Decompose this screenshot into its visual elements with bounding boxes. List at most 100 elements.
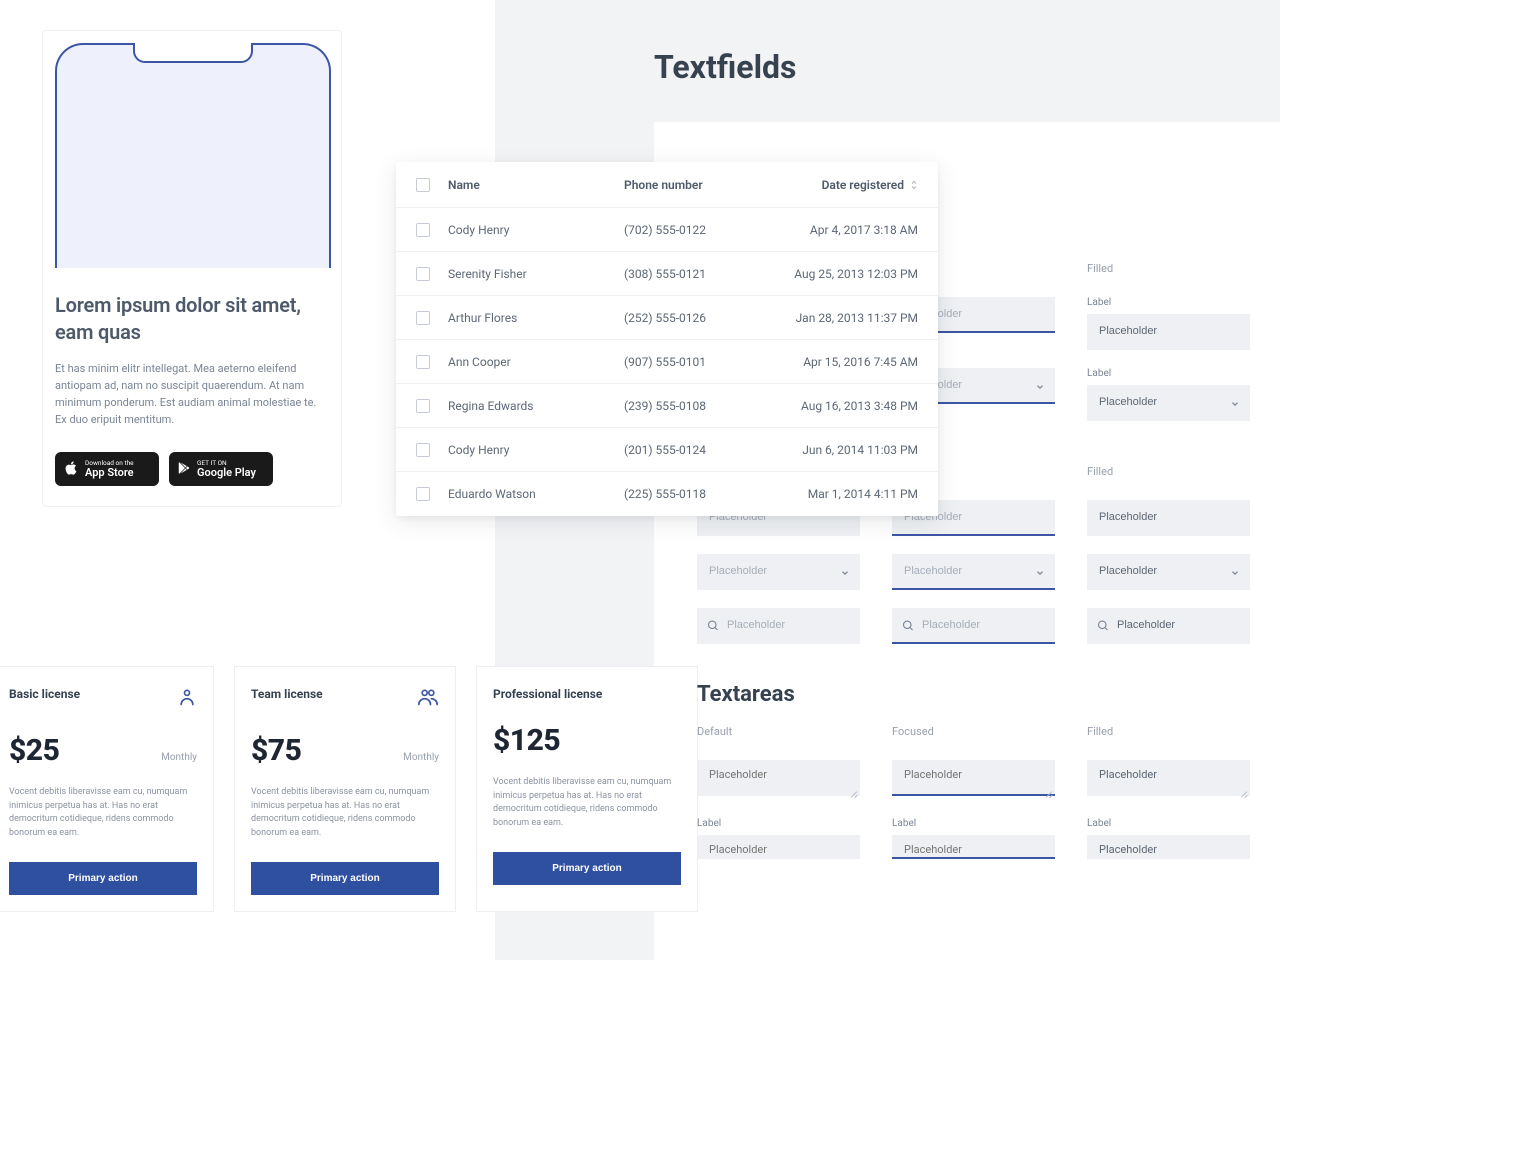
- cell-phone: (308) 555-0121: [624, 267, 784, 281]
- table-row[interactable]: Ann Cooper(907) 555-0101Apr 15, 2016 7:4…: [396, 340, 938, 384]
- table-row[interactable]: Cody Henry(201) 555-0124Jun 6, 2014 11:0…: [396, 428, 938, 472]
- cell-name: Ann Cooper: [448, 355, 624, 369]
- people-icon: [417, 687, 439, 711]
- apple-icon: [63, 460, 79, 479]
- column-header-date[interactable]: Date registered: [784, 178, 918, 192]
- store-badge-row: Download on the App Store GET IT ON Goog…: [55, 452, 329, 486]
- app-store-badge[interactable]: Download on the App Store: [55, 452, 159, 486]
- cell-phone: (225) 555-0118: [624, 487, 784, 501]
- state-label-default: Default: [697, 725, 860, 738]
- pricing-price: $25: [9, 733, 59, 768]
- cell-name: Serenity Fisher: [448, 267, 624, 281]
- person-icon: [177, 687, 197, 711]
- pricing-period: Monthly: [403, 752, 439, 763]
- cell-phone: (201) 555-0124: [624, 443, 784, 457]
- cell-name: Arthur Flores: [448, 311, 624, 325]
- cell-date: Mar 1, 2014 4:11 PM: [784, 487, 918, 501]
- text-input-filled[interactable]: [1087, 500, 1250, 536]
- textarea-focused[interactable]: [892, 760, 1055, 796]
- cell-name: Eduardo Watson: [448, 487, 624, 501]
- pricing-price: $125: [493, 723, 560, 758]
- pricing-title: Basic license: [9, 687, 80, 701]
- column-header-phone[interactable]: Phone number: [624, 178, 784, 192]
- select-input-focused[interactable]: [892, 554, 1055, 590]
- table-row[interactable]: Arthur Flores(252) 555-0126Jan 28, 2013 …: [396, 296, 938, 340]
- row-checkbox[interactable]: [416, 223, 430, 237]
- select-input-default[interactable]: [697, 554, 860, 590]
- cell-phone: (252) 555-0126: [624, 311, 784, 325]
- textarea-label: Label: [1087, 818, 1250, 829]
- row-checkbox[interactable]: [416, 267, 430, 281]
- data-table: Name Phone number Date registered Cody H…: [396, 162, 938, 516]
- search-input-default[interactable]: [697, 608, 860, 644]
- cell-phone: (702) 555-0122: [624, 223, 784, 237]
- search-input-filled[interactable]: [1087, 608, 1250, 644]
- section-title-textfields: Textfields: [654, 48, 797, 86]
- pricing-primary-action-button[interactable]: Primary action: [9, 862, 197, 895]
- cell-date: Aug 25, 2013 12:03 PM: [784, 267, 918, 281]
- pricing-card-team: Team license $75 Monthly Vocent debitis …: [234, 666, 456, 912]
- appstore-big-text: App Store: [85, 467, 134, 479]
- table-header-row: Name Phone number Date registered: [396, 162, 938, 208]
- row-checkbox[interactable]: [416, 443, 430, 457]
- pricing-desc: Vocent debitis liberavisse eam cu, numqu…: [9, 786, 197, 840]
- mobile-card-heading: Lorem ipsum dolor sit amet, eam quas: [55, 292, 329, 346]
- column-header-name[interactable]: Name: [448, 178, 624, 192]
- pricing-title: Team license: [251, 687, 323, 701]
- textarea-filled[interactable]: [1087, 760, 1250, 796]
- cell-date: Jun 6, 2014 11:03 PM: [784, 443, 918, 457]
- google-play-icon: [177, 461, 191, 478]
- select-input-filled[interactable]: [1087, 554, 1250, 590]
- cell-date: Apr 15, 2016 7:45 AM: [784, 355, 918, 369]
- state-label-focused: Focused: [892, 725, 1055, 738]
- resize-handle-icon[interactable]: [1238, 788, 1248, 798]
- row-checkbox[interactable]: [416, 355, 430, 369]
- pricing-period: Monthly: [161, 752, 197, 763]
- pricing-title: Professional license: [493, 687, 602, 701]
- cell-name: Cody Henry: [448, 443, 624, 457]
- resize-handle-icon[interactable]: [1043, 788, 1053, 798]
- google-play-badge[interactable]: GET IT ON Google Play: [169, 452, 273, 486]
- pricing-desc: Vocent debitis liberavisse eam cu, numqu…: [251, 786, 439, 840]
- state-label-filled: Filled: [1087, 262, 1250, 275]
- pricing-card-professional: Professional license $125 Vocent debitis…: [476, 666, 698, 912]
- cell-date: Jan 28, 2013 11:37 PM: [784, 311, 918, 325]
- pricing-desc: Vocent debitis liberavisse eam cu, numqu…: [493, 776, 681, 830]
- textarea-label: Label: [697, 818, 860, 829]
- sort-icon: [910, 180, 918, 190]
- textarea-labeled-focused[interactable]: [892, 835, 1055, 859]
- phone-frame: [55, 43, 331, 268]
- row-checkbox[interactable]: [416, 487, 430, 501]
- row-checkbox[interactable]: [416, 311, 430, 325]
- cell-phone: (907) 555-0101: [624, 355, 784, 369]
- search-input-focused[interactable]: [892, 608, 1055, 644]
- table-row[interactable]: Regina Edwards(239) 555-0108Aug 16, 2013…: [396, 384, 938, 428]
- state-label-filled: Filled: [1087, 465, 1250, 478]
- select-all-checkbox[interactable]: [416, 178, 430, 192]
- row-checkbox[interactable]: [416, 399, 430, 413]
- textarea-labeled-default[interactable]: [697, 835, 860, 859]
- state-label-filled: Filled: [1087, 725, 1250, 738]
- column-header-date-label: Date registered: [822, 178, 904, 192]
- table-row[interactable]: Eduardo Watson(225) 555-0118Mar 1, 2014 …: [396, 472, 938, 516]
- select-input-filled-labeled[interactable]: [1087, 385, 1250, 421]
- textarea-label: Label: [892, 818, 1055, 829]
- resize-handle-icon[interactable]: [848, 788, 858, 798]
- textarea-labeled-filled[interactable]: [1087, 835, 1250, 859]
- search-icon: [1097, 617, 1109, 636]
- section-title-textareas: Textareas: [697, 682, 1257, 707]
- cell-phone: (239) 555-0108: [624, 399, 784, 413]
- cell-name: Cody Henry: [448, 223, 624, 237]
- text-input-filled-labeled[interactable]: [1087, 314, 1250, 350]
- pricing-row: Basic license $25 Monthly Vocent debitis…: [0, 666, 698, 912]
- mobile-app-card: Lorem ipsum dolor sit amet, eam quas Et …: [42, 30, 342, 507]
- pricing-primary-action-button[interactable]: Primary action: [251, 862, 439, 895]
- textarea-default[interactable]: [697, 760, 860, 796]
- table-row[interactable]: Cody Henry(702) 555-0122Apr 4, 2017 3:18…: [396, 208, 938, 252]
- search-icon: [902, 617, 914, 636]
- input-label: Label: [1087, 368, 1250, 379]
- pricing-card-basic: Basic license $25 Monthly Vocent debitis…: [0, 666, 214, 912]
- table-row[interactable]: Serenity Fisher(308) 555-0121Aug 25, 201…: [396, 252, 938, 296]
- cell-date: Aug 16, 2013 3:48 PM: [784, 399, 918, 413]
- pricing-primary-action-button[interactable]: Primary action: [493, 852, 681, 885]
